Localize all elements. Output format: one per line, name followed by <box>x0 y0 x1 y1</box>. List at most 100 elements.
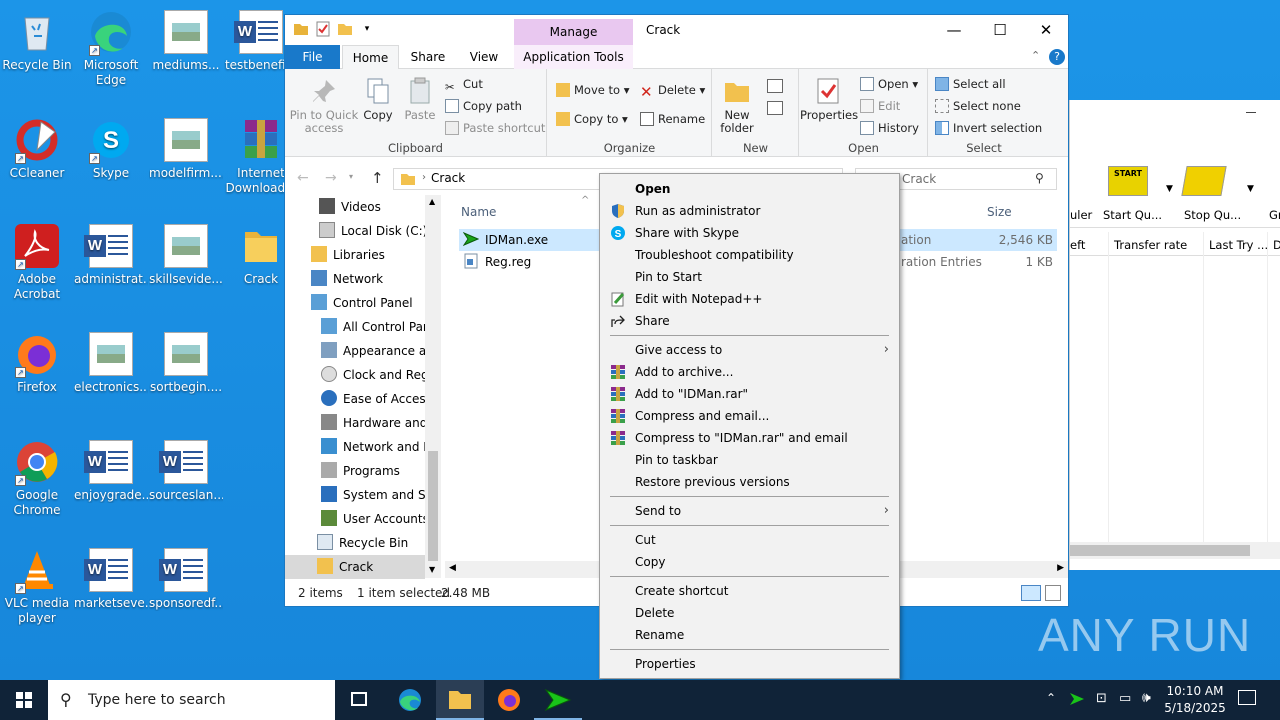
desktop-icon-word-doc[interactable]: sponsoredf... <box>149 548 223 611</box>
paste-shortcut-button[interactable]: Paste shortcut <box>445 121 545 135</box>
desktop-icon-image-file[interactable]: modelfirm.... <box>149 118 223 181</box>
desktop-icon-ccleaner[interactable]: ↗ CCleaner <box>0 118 74 181</box>
desktop-icon-microsoft-edge[interactable]: ↗ Microsoft Edge <box>74 10 148 88</box>
manage-contextual-tab[interactable]: Manage <box>514 19 633 45</box>
edit-button[interactable]: Edit <box>860 99 900 113</box>
folder-icon[interactable] <box>293 21 309 37</box>
notification-center-icon[interactable] <box>1238 690 1256 705</box>
nav-item-hardware[interactable]: Hardware and <box>321 411 425 435</box>
scroll-up-icon[interactable]: ▲ <box>429 197 435 206</box>
background-app-window[interactable]: uler START Start Qu... ▼ Stop Qu... ▼ Gr… <box>1069 100 1280 570</box>
easy-access-icon[interactable] <box>767 101 783 115</box>
up-arrow-icon[interactable]: ↑ <box>371 169 384 187</box>
scroll-left-icon[interactable]: ◀ <box>449 563 456 573</box>
nav-item-videos[interactable]: Videos <box>319 195 381 219</box>
nav-item-all-control-panel[interactable]: All Control Par <box>321 315 425 339</box>
taskbar-firefox[interactable] <box>485 680 533 720</box>
menu-item-troubleshoot[interactable]: Troubleshoot compatibility <box>600 244 899 266</box>
desktop-icon-adobe-acrobat[interactable]: ↗ Adobe Acrobat <box>0 224 74 302</box>
scrollbar-thumb[interactable] <box>1070 545 1250 556</box>
nav-item-user-accounts[interactable]: User Accounts <box>321 507 425 531</box>
help-icon[interactable]: ? <box>1049 49 1065 65</box>
menu-item-restore-versions[interactable]: Restore previous versions <box>600 471 899 493</box>
nav-item-network[interactable]: Network <box>311 267 383 291</box>
clock[interactable]: 10:10 AM 5/18/2025 <box>1162 683 1228 717</box>
open-button[interactable]: Open ▾ <box>860 77 918 91</box>
desktop-icon-image-file[interactable]: sortbegin.... <box>149 332 223 395</box>
nav-item-ease-of-access[interactable]: Ease of Access <box>321 387 425 411</box>
taskbar-search-input[interactable]: ⚲ Type here to search <box>48 680 335 720</box>
nav-item-appearance[interactable]: Appearance an <box>321 339 425 363</box>
nav-item-system-security[interactable]: System and Se <box>321 483 425 507</box>
properties-button[interactable]: Properties <box>800 77 858 122</box>
copy-to-button[interactable]: Copy to ▾ <box>556 112 628 126</box>
menu-item-rename[interactable]: Rename <box>600 624 899 646</box>
task-view-button[interactable] <box>336 680 384 720</box>
desktop-icon-recycle-bin[interactable]: Recycle Bin <box>0 10 74 73</box>
volume-icon[interactable]: 🕪 <box>1142 690 1151 706</box>
desktop-icon-word-doc[interactable]: marketseve.... <box>74 548 148 611</box>
scroll-right-icon[interactable]: ▶ <box>1057 563 1064 573</box>
copy-button[interactable]: Copy <box>361 77 395 122</box>
menu-item-edit-notepad[interactable]: Edit with Notepad++ <box>600 288 899 310</box>
menu-item-add-to-rar[interactable]: Add to "IDMan.rar" <box>600 383 899 405</box>
menu-item-give-access[interactable]: Give access to › <box>600 339 899 361</box>
column-header[interactable]: D <box>1273 238 1280 252</box>
toolbar-item-grabber[interactable]: Gr <box>1269 208 1280 222</box>
nav-item-network-internet[interactable]: Network and Ir <box>321 435 425 459</box>
desktop-icon-image-file[interactable]: mediums... <box>149 10 223 73</box>
new-item-icon[interactable] <box>767 79 783 93</box>
menu-item-compress-email[interactable]: Compress and email... <box>600 405 899 427</box>
nav-item-control-panel[interactable]: Control Panel <box>311 291 413 315</box>
tab-file[interactable]: File <box>285 45 340 69</box>
desktop-icon-firefox[interactable]: ↗ Firefox <box>0 332 74 395</box>
customize-dropdown-icon[interactable]: ▾ <box>359 21 375 37</box>
tab-home[interactable]: Home <box>342 45 399 69</box>
new-folder-icon[interactable] <box>337 21 353 37</box>
menu-item-share[interactable]: Share <box>600 310 899 332</box>
menu-item-open[interactable]: Open <box>600 178 899 200</box>
pin-quick-access-button[interactable]: Pin to Quick access <box>289 77 359 135</box>
title-bar[interactable]: ▾ Manage Crack — ☐ ✕ <box>285 15 1068 45</box>
device-icon[interactable]: ⊡ <box>1096 691 1107 706</box>
select-all-button[interactable]: Select all <box>935 77 1006 91</box>
maximize-button[interactable]: ☐ <box>977 15 1023 45</box>
cut-button[interactable]: ✂ Cut <box>445 77 483 94</box>
taskbar-edge[interactable] <box>386 680 434 720</box>
invert-selection-button[interactable]: Invert selection <box>935 121 1042 135</box>
dropdown-arrow-icon[interactable]: ▼ <box>1166 184 1173 194</box>
menu-item-share-skype[interactable]: S Share with Skype <box>600 222 899 244</box>
collapse-ribbon-icon[interactable]: ⌃ <box>1031 49 1040 62</box>
desktop-icon-word-doc[interactable]: administrat... <box>74 224 148 287</box>
rename-button[interactable]: Rename <box>640 112 705 126</box>
scrollbar-thumb[interactable] <box>428 451 438 561</box>
toolbar-item-start-queue[interactable]: Start Qu... <box>1103 208 1162 222</box>
new-folder-button[interactable]: New folder <box>715 77 759 135</box>
minimize-button[interactable]: — <box>931 15 977 45</box>
close-button[interactable]: ✕ <box>1023 15 1069 45</box>
menu-item-pin-taskbar[interactable]: Pin to taskbar <box>600 449 899 471</box>
delete-button[interactable]: ✕ Delete ▾ <box>640 83 705 100</box>
desktop-icon-google-chrome[interactable]: ↗ Google Chrome <box>0 440 74 518</box>
menu-item-create-shortcut[interactable]: Create shortcut <box>600 580 899 602</box>
desktop-icon-skype[interactable]: S ↗ Skype <box>74 118 148 181</box>
scroll-down-icon[interactable]: ▼ <box>429 565 435 574</box>
dropdown-arrow-icon[interactable]: ▼ <box>1247 184 1254 194</box>
toolbar-item-scheduler[interactable]: uler <box>1070 208 1092 222</box>
forward-arrow-icon[interactable]: → <box>325 170 337 186</box>
nav-item-programs[interactable]: Programs <box>321 459 425 483</box>
tab-view[interactable]: View <box>461 45 507 69</box>
column-header[interactable]: Last Try ... <box>1209 238 1268 252</box>
breadcrumb[interactable]: Crack <box>431 171 465 185</box>
taskbar-file-explorer[interactable] <box>436 680 484 720</box>
select-none-button[interactable]: Select none <box>935 99 1021 113</box>
horizontal-scrollbar[interactable] <box>1070 542 1280 559</box>
menu-item-run-as-admin[interactable]: Run as administrator <box>600 200 899 222</box>
tab-application-tools[interactable]: Application Tools <box>514 45 633 69</box>
nav-item-libraries[interactable]: Libraries <box>311 243 385 267</box>
menu-item-cut[interactable]: Cut <box>600 529 899 551</box>
column-header-name[interactable]: Name <box>461 205 496 219</box>
details-view-icon[interactable] <box>1021 585 1041 601</box>
tab-share[interactable]: Share <box>405 45 451 69</box>
desktop-icon-word-doc[interactable]: enjoygrade.... <box>74 440 148 503</box>
